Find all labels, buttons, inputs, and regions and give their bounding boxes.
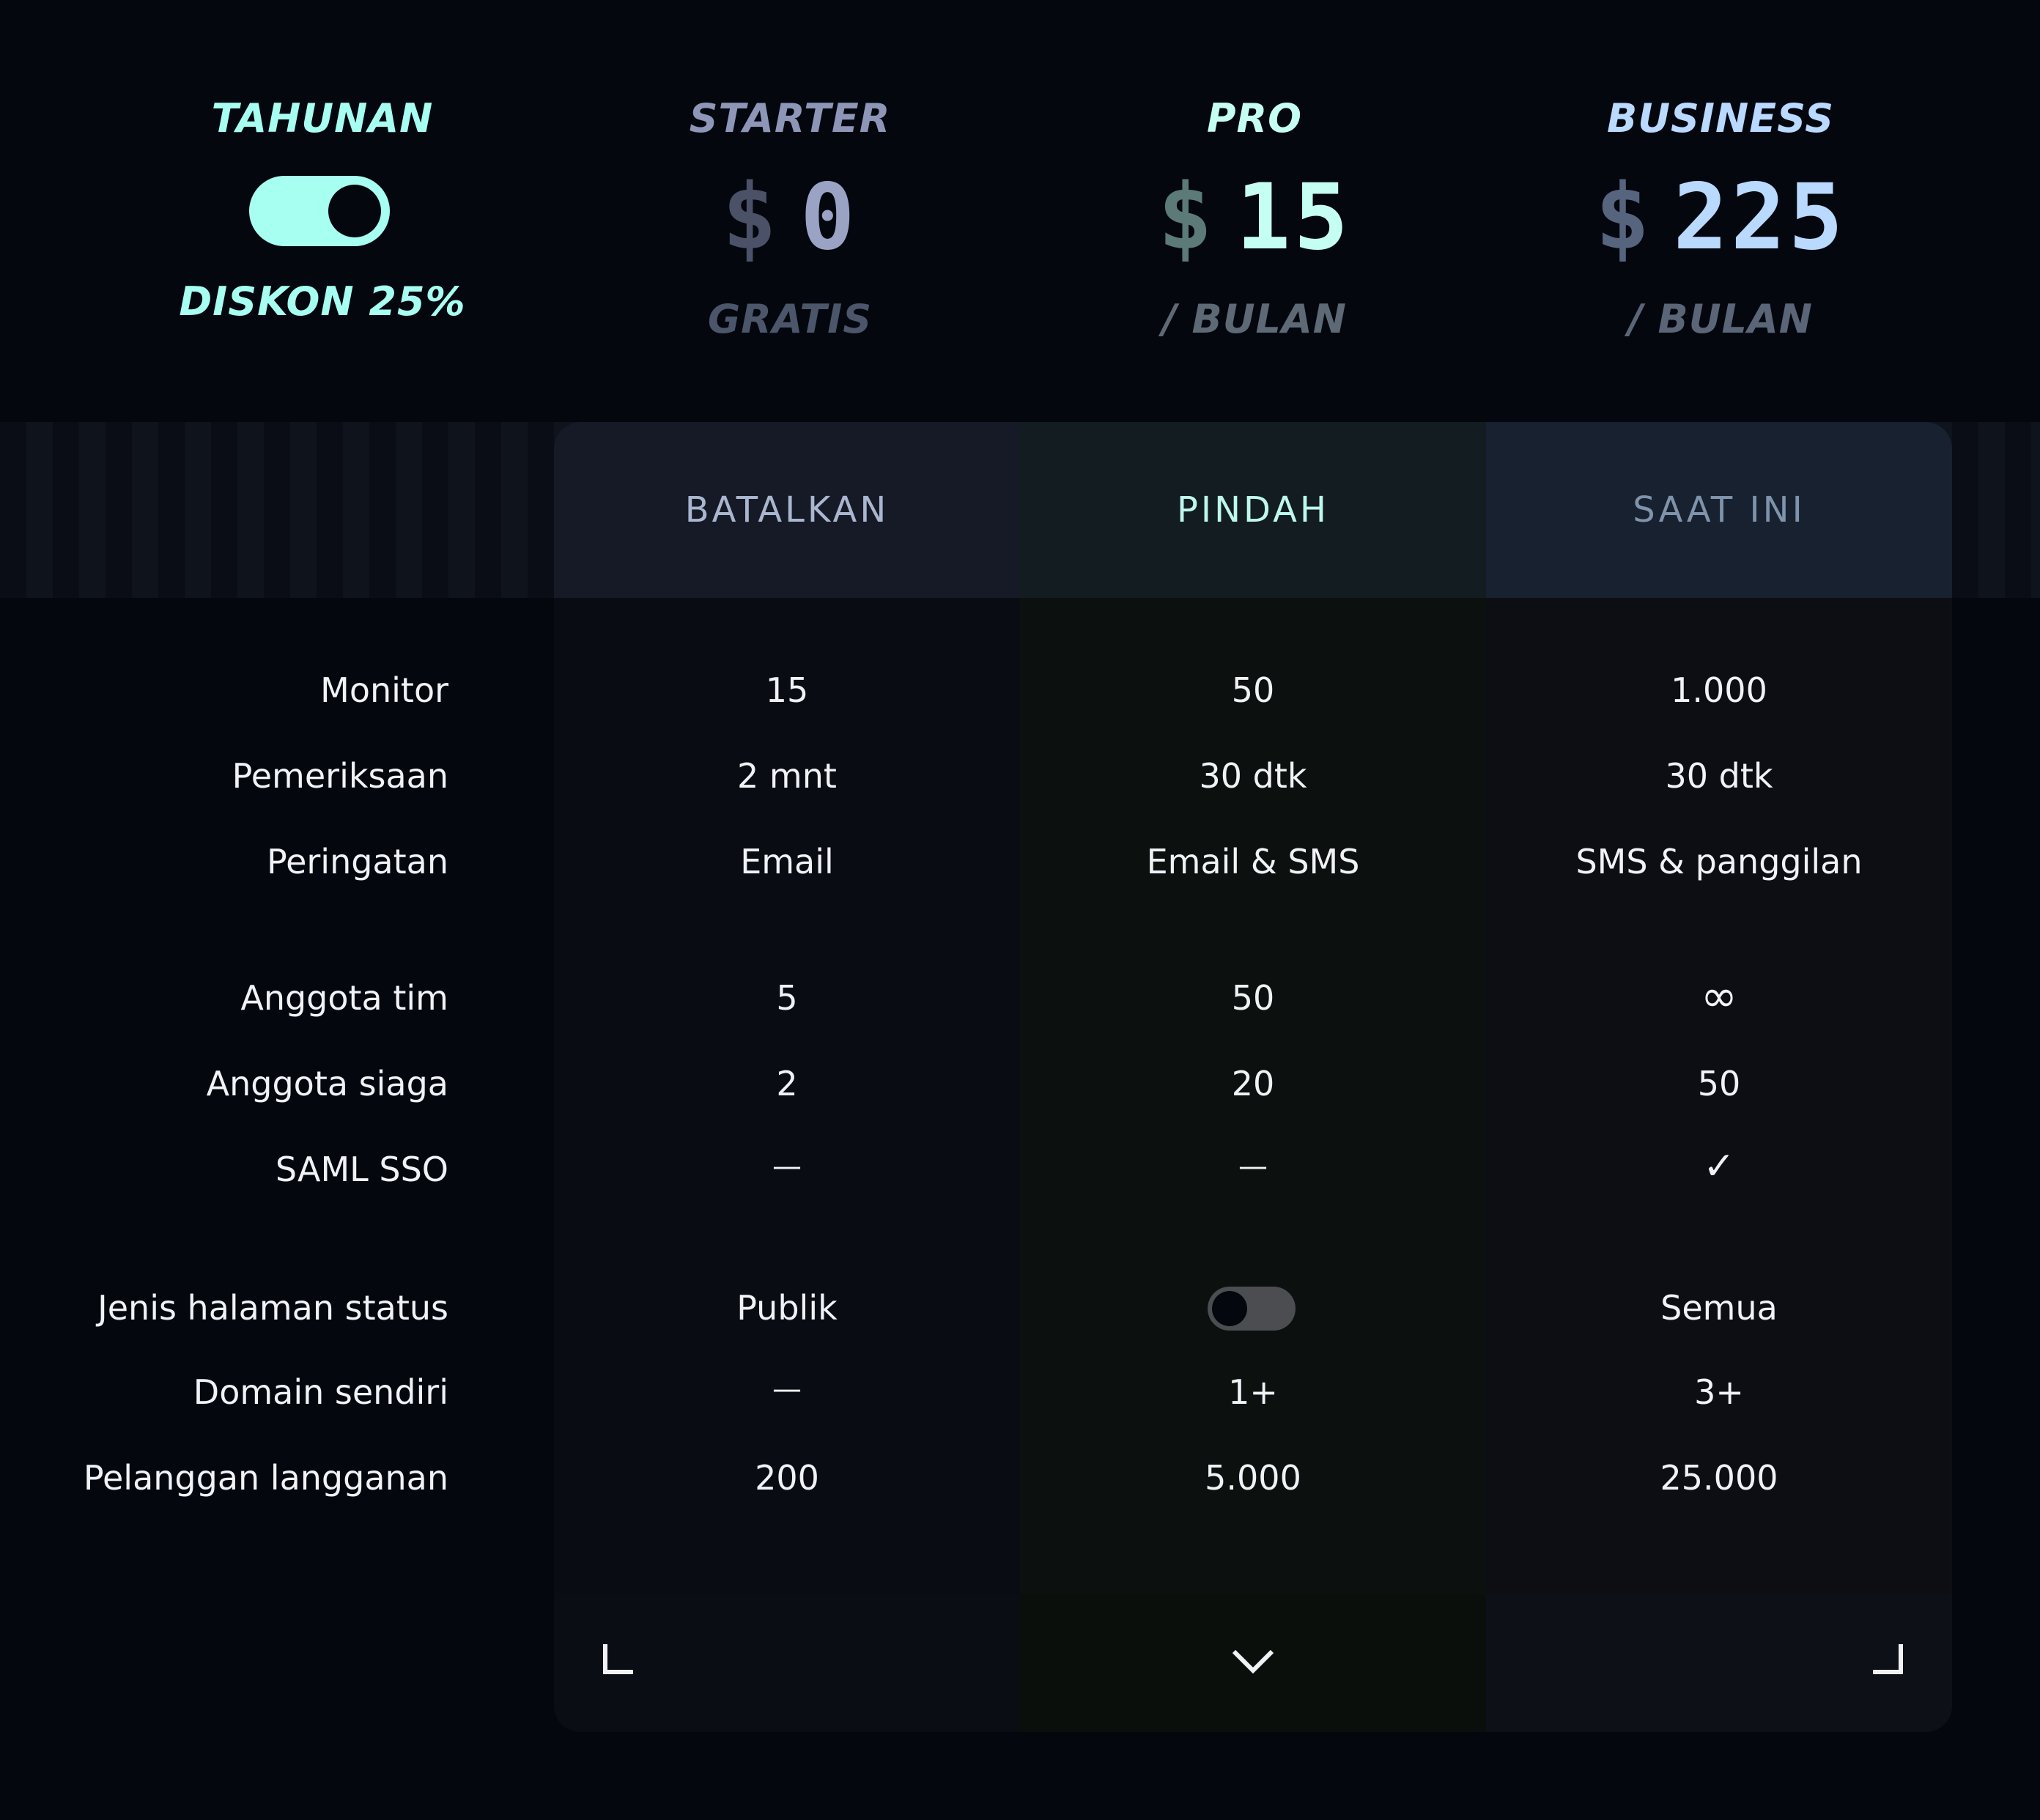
feature-label-saml-sso: SAML SSO <box>275 1150 448 1189</box>
feature-label-custom-domain: Domain sendiri <box>193 1372 448 1412</box>
current-plan-button[interactable]: SAAT INI <box>1486 422 1952 598</box>
price-amount: 225 <box>1673 165 1847 270</box>
feature-label-on-call: Anggota siaga <box>206 1064 448 1103</box>
cell-business-checks: 30 dtk <box>1665 756 1773 796</box>
cell-pro-monitors: 50 <box>1231 670 1275 710</box>
cell-pro-custom-domain: 1+ <box>1228 1372 1278 1412</box>
plan-price-starter: $0 <box>555 172 1024 263</box>
cell-business-status-page: Semua <box>1660 1288 1778 1328</box>
currency-symbol: $ <box>1158 165 1216 270</box>
corner-bracket-right-icon <box>1873 1644 1903 1674</box>
feature-label-team-members: Anggota tim <box>240 978 448 1018</box>
cell-business-custom-domain: 3+ <box>1694 1372 1744 1412</box>
annual-billing-toggle[interactable] <box>249 176 390 246</box>
cancel-button[interactable]: BATALKAN <box>554 422 1020 598</box>
cell-business-alerts: SMS & panggilan <box>1575 842 1863 881</box>
billing-period-label: TAHUNAN <box>211 95 434 141</box>
plan-name-business: BUSINESS <box>1607 95 1834 141</box>
dash-icon: — <box>1238 1150 1268 1183</box>
cell-business-on-call: 50 <box>1697 1064 1741 1103</box>
discount-label: DISKON 25% <box>179 278 466 325</box>
plan-period-business: / BULAN <box>1628 296 1813 342</box>
dash-icon: — <box>772 1372 802 1406</box>
plan-name-pro: PRO <box>1206 95 1303 141</box>
cell-starter-status-page: Publik <box>736 1288 838 1328</box>
toggle-knob <box>1212 1291 1247 1326</box>
plan-period-starter: GRATIS <box>707 296 873 342</box>
corner-bracket-left-icon <box>603 1644 633 1674</box>
cell-pro-alerts: Email & SMS <box>1146 842 1360 881</box>
cell-business-monitors: 1.000 <box>1671 670 1767 710</box>
toggle-knob <box>328 185 381 237</box>
cell-pro-checks: 30 dtk <box>1199 756 1307 796</box>
price-amount: 15 <box>1235 165 1351 270</box>
currency-symbol: $ <box>722 165 780 270</box>
checkmark-icon: ✓ <box>1703 1144 1735 1188</box>
cell-starter-team-members: 5 <box>776 978 798 1018</box>
cell-pro-subscribers: 5.000 <box>1205 1458 1301 1498</box>
cell-pro-team-members: 50 <box>1231 978 1275 1018</box>
feature-label-alerts: Peringatan <box>266 842 448 881</box>
infinity-icon: ∞ <box>1701 971 1737 1022</box>
plan-period-pro: / BULAN <box>1162 296 1347 342</box>
cell-starter-alerts: Email <box>740 842 834 881</box>
price-amount: 0 <box>800 165 858 270</box>
chevron-down-icon[interactable] <box>1231 1647 1275 1676</box>
feature-label-monitors: Monitor <box>320 670 448 710</box>
status-page-toggle[interactable] <box>1208 1287 1296 1331</box>
cell-starter-subscribers: 200 <box>755 1458 819 1498</box>
plan-price-business: $225 <box>1486 172 1955 263</box>
currency-symbol: $ <box>1594 165 1653 270</box>
cell-business-subscribers: 25.000 <box>1660 1458 1778 1498</box>
cell-starter-monitors: 15 <box>765 670 809 710</box>
feature-label-checks: Pemeriksaan <box>232 756 448 796</box>
feature-label-status-page: Jenis halaman status <box>97 1288 448 1328</box>
cell-starter-on-call: 2 <box>776 1064 798 1103</box>
switch-button[interactable]: PINDAH <box>1020 422 1486 598</box>
cell-pro-on-call: 20 <box>1231 1064 1275 1103</box>
plan-price-pro: $15 <box>1020 172 1489 263</box>
dash-icon: — <box>772 1150 802 1183</box>
feature-label-subscribers: Pelanggan langganan <box>83 1458 448 1498</box>
cell-starter-checks: 2 mnt <box>737 756 837 796</box>
plan-name-starter: STARTER <box>689 95 891 141</box>
